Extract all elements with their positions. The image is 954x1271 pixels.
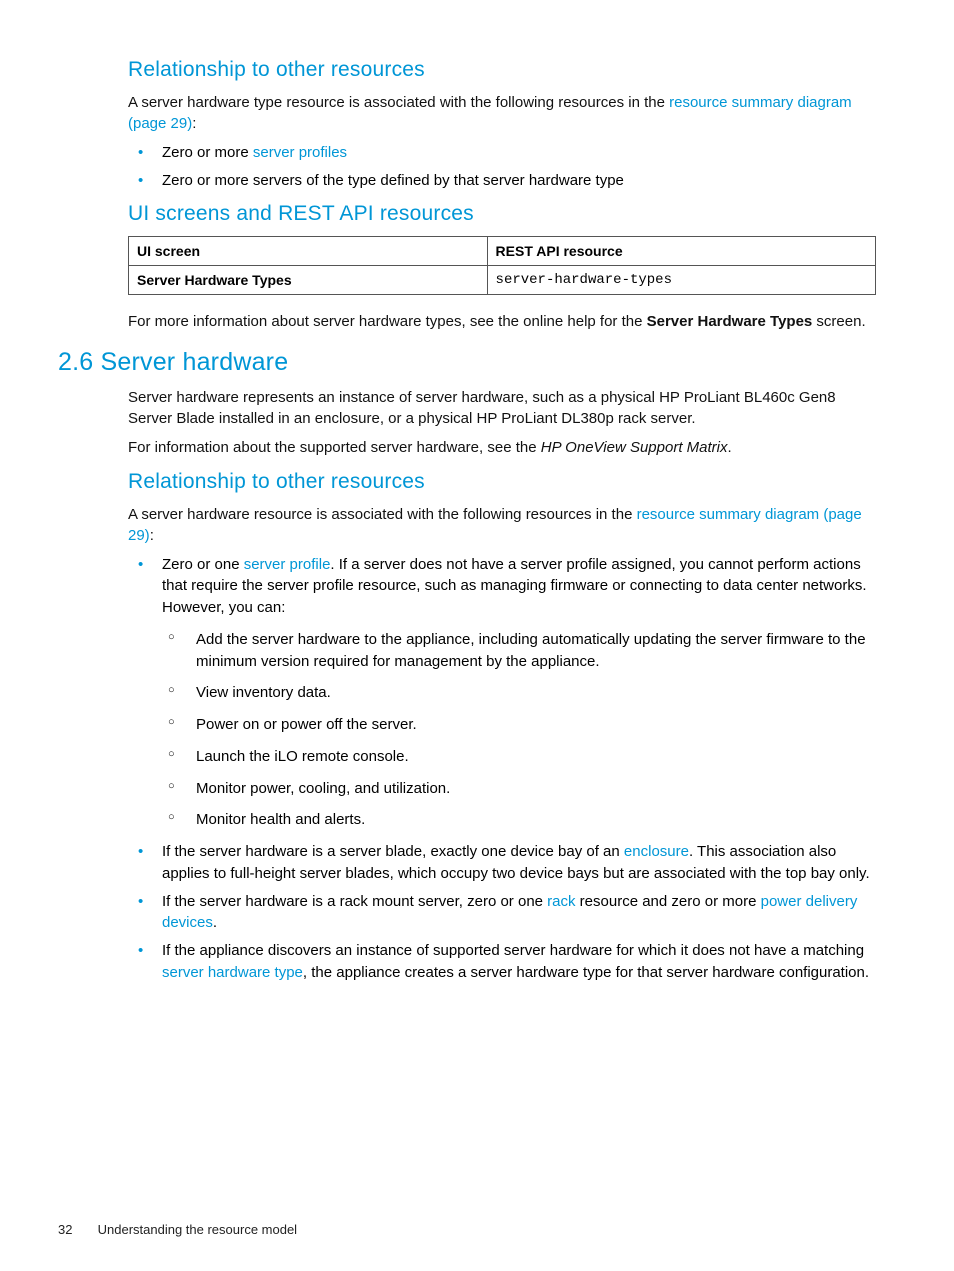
- text: Zero or one: [162, 556, 244, 573]
- list-item: Power on or power off the server.: [162, 714, 876, 736]
- bullet-list-1: Zero or more server profiles Zero or mor…: [128, 142, 876, 192]
- text-bold: Server Hardware Types: [647, 313, 813, 330]
- text: .: [213, 914, 217, 931]
- para-sh-2: For information about the supported serv…: [128, 437, 876, 458]
- text: If the server hardware is a rack mount s…: [162, 893, 547, 910]
- footer-title: Understanding the resource model: [98, 1222, 297, 1237]
- list-item: Zero or more servers of the type defined…: [128, 170, 876, 192]
- text: For information about the supported serv…: [128, 439, 541, 456]
- list-item: If the appliance discovers an instance o…: [128, 940, 876, 984]
- sub-bullet-list: Add the server hardware to the appliance…: [162, 629, 876, 831]
- bullet-list-2: Zero or one server profile. If a server …: [128, 554, 876, 984]
- heading-relationship-2: Relationship to other resources: [128, 470, 876, 494]
- table-header-rest: REST API resource: [487, 236, 875, 265]
- table-row: UI screen REST API resource: [129, 236, 876, 265]
- text: A server hardware resource is associated…: [128, 506, 637, 523]
- link-server-hardware-type[interactable]: server hardware type: [162, 964, 303, 981]
- heading-relationship-1: Relationship to other resources: [128, 58, 876, 82]
- table-cell-rest: server-hardware-types: [487, 265, 875, 294]
- text: If the appliance discovers an instance o…: [162, 942, 864, 959]
- table-header-ui: UI screen: [129, 236, 488, 265]
- list-item: Zero or one server profile. If a server …: [128, 554, 876, 832]
- text: If the server hardware is a server blade…: [162, 843, 624, 860]
- link-server-profile[interactable]: server profile: [244, 556, 331, 573]
- list-item: Monitor power, cooling, and utilization.: [162, 778, 876, 800]
- heading-ui-rest: UI screens and REST API resources: [128, 202, 876, 226]
- list-item: If the server hardware is a server blade…: [128, 841, 876, 885]
- section-server-hardware: Server hardware represents an instance o…: [128, 387, 876, 458]
- link-enclosure[interactable]: enclosure: [624, 843, 689, 860]
- para-intro-2: A server hardware resource is associated…: [128, 504, 876, 546]
- text: , the appliance creates a server hardwar…: [303, 964, 869, 981]
- section-ui-rest: UI screens and REST API resources UI scr…: [128, 202, 876, 332]
- para-sh-1: Server hardware represents an instance o…: [128, 387, 876, 429]
- table-cell-ui: Server Hardware Types: [129, 265, 488, 294]
- table-row: Server Hardware Types server-hardware-ty…: [129, 265, 876, 294]
- page-footer: 32 Understanding the resource model: [58, 1222, 297, 1237]
- text: Zero or more: [162, 144, 253, 161]
- page-number: 32: [58, 1222, 94, 1237]
- text: resource and zero or more: [576, 893, 761, 910]
- list-item: View inventory data.: [162, 682, 876, 704]
- text: For more information about server hardwa…: [128, 313, 647, 330]
- list-item: Launch the iLO remote console.: [162, 746, 876, 768]
- list-item: Zero or more server profiles: [128, 142, 876, 164]
- text: .: [727, 439, 731, 456]
- list-item: If the server hardware is a rack mount s…: [128, 891, 876, 935]
- text: screen.: [812, 313, 865, 330]
- para-more-info: For more information about server hardwa…: [128, 311, 876, 332]
- para-intro-1: A server hardware type resource is assoc…: [128, 92, 876, 134]
- section-relationship-1: Relationship to other resources A server…: [128, 58, 876, 192]
- list-item: Monitor health and alerts.: [162, 809, 876, 831]
- text: :: [192, 115, 196, 132]
- text: :: [150, 527, 154, 544]
- text-italic: HP OneView Support Matrix: [541, 439, 728, 456]
- list-item: Add the server hardware to the appliance…: [162, 629, 876, 673]
- heading-server-hardware: 2.6 Server hardware: [58, 348, 876, 377]
- link-server-profiles[interactable]: server profiles: [253, 144, 347, 161]
- section-relationship-2: Relationship to other resources A server…: [128, 470, 876, 984]
- api-resource-table: UI screen REST API resource Server Hardw…: [128, 236, 876, 295]
- link-rack[interactable]: rack: [547, 893, 575, 910]
- text: A server hardware type resource is assoc…: [128, 94, 669, 111]
